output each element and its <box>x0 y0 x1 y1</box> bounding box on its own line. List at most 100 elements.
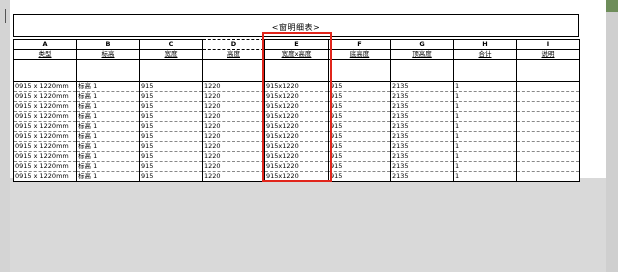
table-cell[interactable]: 0915 x 1220mm <box>13 141 77 152</box>
table-cell[interactable]: 0915 x 1220mm <box>13 101 77 112</box>
table-cell[interactable]: 1 <box>453 141 517 152</box>
table-cell[interactable]: 915 <box>139 121 203 132</box>
table-cell[interactable]: 915x1220 <box>264 151 329 162</box>
table-cell[interactable]: 1220 <box>202 81 265 92</box>
table-row[interactable]: 0915 x 1220mm 标高 1 915 1220 915x1220 915 2135 1 <box>13 171 580 182</box>
table-cell[interactable]: 1220 <box>202 141 265 152</box>
table-cell[interactable]: 1 <box>453 111 517 122</box>
table-cell[interactable]: 2135 <box>390 141 454 152</box>
table-cell[interactable]: 1 <box>453 101 517 112</box>
table-cell[interactable]: 915 <box>139 81 203 92</box>
table-cell[interactable]: 2135 <box>390 101 454 112</box>
table-row[interactable]: 0915 x 1220mm 标高 1 915 1220 915x1220 915 2135 1 <box>13 81 580 92</box>
column-header[interactable]: 顶高度 <box>390 49 454 60</box>
table-row[interactable]: 0915 x 1220mm 标高 1 915 1220 915x1220 915 2135 1 <box>13 131 580 142</box>
table-cell[interactable]: 1 <box>453 121 517 132</box>
table-cell[interactable]: 2135 <box>390 91 454 102</box>
column-letter-f[interactable]: F <box>328 39 391 50</box>
table-cell[interactable]: 915 <box>139 131 203 142</box>
column-letter-c[interactable]: C <box>139 39 203 50</box>
table-cell[interactable]: 915 <box>328 91 391 102</box>
table-cell[interactable]: 915 <box>139 161 203 172</box>
table-cell[interactable]: 915 <box>139 101 203 112</box>
table-cell[interactable]: 0915 x 1220mm <box>13 121 77 132</box>
table-cell[interactable]: 915 <box>328 81 391 92</box>
table-cell[interactable]: 915x1220 <box>264 81 329 92</box>
table-cell[interactable] <box>516 121 580 132</box>
table-cell[interactable]: 2135 <box>390 111 454 122</box>
column-letter-g[interactable]: G <box>390 39 454 50</box>
table-cell[interactable]: 915x1220 <box>264 161 329 172</box>
table-cell[interactable]: 标高 1 <box>76 161 140 172</box>
table-cell[interactable]: 2135 <box>390 151 454 162</box>
table-cell[interactable]: 1220 <box>202 121 265 132</box>
table-cell[interactable]: 标高 1 <box>76 121 140 132</box>
table-cell[interactable]: 0915 x 1220mm <box>13 171 77 182</box>
table-row[interactable]: 0915 x 1220mm 标高 1 915 1220 915x1220 915 2135 1 <box>13 151 580 162</box>
table-cell[interactable]: 915 <box>139 111 203 122</box>
table-cell[interactable]: 1220 <box>202 131 265 142</box>
table-cell[interactable]: 标高 1 <box>76 101 140 112</box>
table-cell[interactable] <box>516 161 580 172</box>
table-cell[interactable]: 915 <box>328 101 391 112</box>
table-cell[interactable]: 1 <box>453 171 517 182</box>
column-header[interactable]: 合计 <box>453 49 517 60</box>
table-cell[interactable] <box>516 111 580 122</box>
table-cell[interactable]: 2135 <box>390 171 454 182</box>
table-cell[interactable]: 1220 <box>202 91 265 102</box>
table-cell[interactable]: 1 <box>453 131 517 142</box>
table-cell[interactable] <box>516 131 580 142</box>
column-letter-e[interactable]: E <box>264 39 329 50</box>
table-cell[interactable]: 915 <box>328 121 391 132</box>
table-row[interactable]: 0915 x 1220mm 标高 1 915 1220 915x1220 915 2135 1 <box>13 91 580 102</box>
table-row[interactable]: 0915 x 1220mm 标高 1 915 1220 915x1220 915 2135 1 <box>13 141 580 152</box>
table-cell[interactable]: 标高 1 <box>76 111 140 122</box>
table-cell[interactable]: 0915 x 1220mm <box>13 151 77 162</box>
table-row[interactable]: 0915 x 1220mm 标高 1 915 1220 915x1220 915 2135 1 <box>13 111 580 122</box>
table-cell[interactable]: 915 <box>328 111 391 122</box>
table-cell[interactable]: 1 <box>453 81 517 92</box>
table-cell[interactable] <box>516 171 580 182</box>
table-cell[interactable]: 1 <box>453 91 517 102</box>
table-cell[interactable]: 2135 <box>390 131 454 142</box>
table-cell[interactable]: 标高 1 <box>76 171 140 182</box>
table-row[interactable]: 0915 x 1220mm 标高 1 915 1220 915x1220 915 2135 1 <box>13 101 580 112</box>
table-cell[interactable]: 0915 x 1220mm <box>13 131 77 142</box>
table-cell[interactable]: 1220 <box>202 101 265 112</box>
table-cell[interactable]: 标高 1 <box>76 81 140 92</box>
table-cell[interactable]: 915x1220 <box>264 111 329 122</box>
table-cell[interactable]: 915x1220 <box>264 131 329 142</box>
table-cell[interactable]: 1 <box>453 161 517 172</box>
table-cell[interactable]: 915 <box>328 171 391 182</box>
table-cell[interactable]: 1220 <box>202 111 265 122</box>
column-header[interactable]: 高度 <box>202 49 265 60</box>
table-cell[interactable]: 0915 x 1220mm <box>13 91 77 102</box>
table-cell[interactable] <box>516 91 580 102</box>
table-cell[interactable]: 标高 1 <box>76 131 140 142</box>
column-letter-b[interactable]: B <box>76 39 140 50</box>
table-cell[interactable] <box>516 101 580 112</box>
column-header[interactable]: 说明 <box>516 49 580 60</box>
column-header[interactable]: 底高度 <box>328 49 391 60</box>
table-cell[interactable]: 1220 <box>202 161 265 172</box>
table-cell[interactable]: 915x1220 <box>264 121 329 132</box>
table-cell[interactable]: 标高 1 <box>76 141 140 152</box>
table-cell[interactable]: 915 <box>139 91 203 102</box>
column-letter-i[interactable]: I <box>516 39 580 50</box>
column-letter-a[interactable]: A <box>13 39 77 50</box>
table-cell[interactable]: 0915 x 1220mm <box>13 161 77 172</box>
table-cell[interactable]: 915 <box>139 151 203 162</box>
table-cell[interactable]: 1 <box>453 151 517 162</box>
table-cell[interactable]: 915x1220 <box>264 91 329 102</box>
column-header[interactable]: 宽度x高度 <box>264 49 329 60</box>
table-cell[interactable]: 915 <box>328 141 391 152</box>
table-row[interactable]: 0915 x 1220mm 标高 1 915 1220 915x1220 915 2135 1 <box>13 121 580 132</box>
column-header[interactable]: 标高 <box>76 49 140 60</box>
table-cell[interactable] <box>516 151 580 162</box>
column-letter-d[interactable]: D <box>202 39 265 50</box>
table-cell[interactable]: 1220 <box>202 151 265 162</box>
table-cell[interactable]: 915 <box>328 161 391 172</box>
table-cell[interactable]: 1220 <box>202 171 265 182</box>
table-cell[interactable]: 2135 <box>390 161 454 172</box>
table-cell[interactable]: 0915 x 1220mm <box>13 81 77 92</box>
